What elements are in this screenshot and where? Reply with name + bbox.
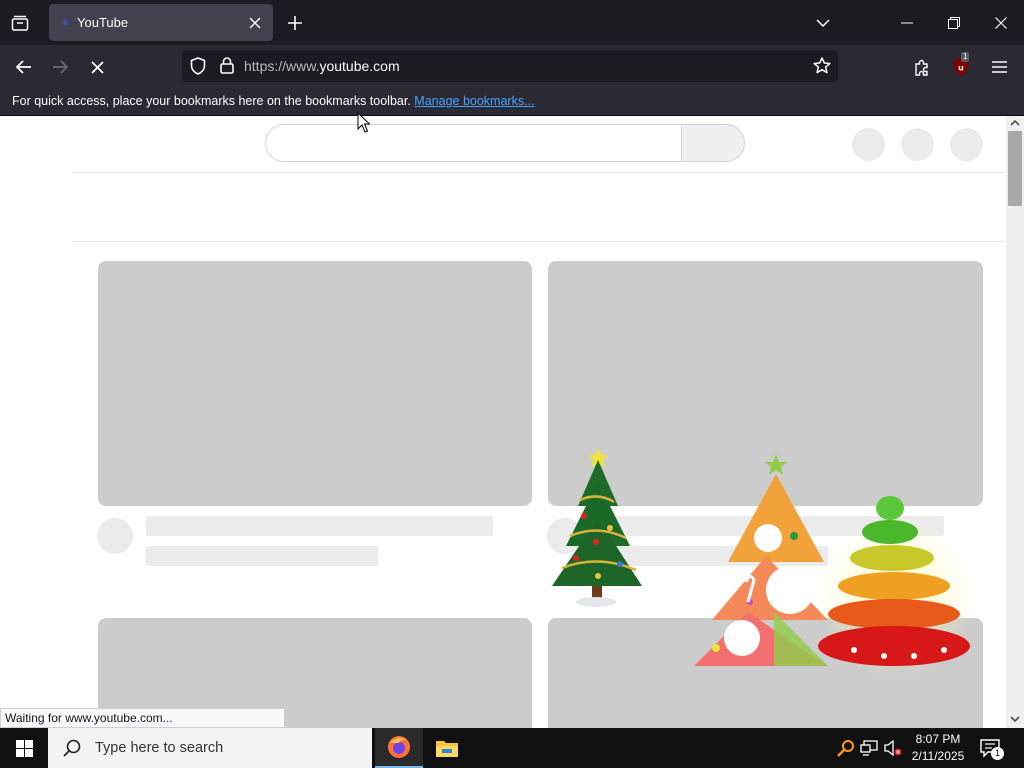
page-scrollbar[interactable] bbox=[1006, 116, 1024, 728]
header-icon-placeholder[interactable] bbox=[901, 128, 934, 161]
loading-favicon-icon bbox=[62, 19, 68, 25]
bookmarks-message: For quick access, place your bookmarks h… bbox=[12, 94, 535, 108]
list-all-tabs-button[interactable] bbox=[800, 0, 846, 45]
lock-icon[interactable] bbox=[220, 57, 234, 74]
mouse-cursor-icon bbox=[357, 112, 370, 133]
tab-list-icon bbox=[11, 15, 29, 31]
tab-list-button[interactable] bbox=[0, 0, 40, 45]
address-bar[interactable]: https://www.youtube.com bbox=[182, 50, 838, 82]
new-tab-button[interactable] bbox=[283, 11, 307, 35]
close-window-button[interactable] bbox=[978, 0, 1024, 45]
minimize-icon bbox=[901, 22, 913, 23]
scroll-up-icon bbox=[1010, 119, 1020, 126]
minimize-button[interactable] bbox=[884, 0, 930, 45]
bookmarks-hint-text: For quick access, place your bookmarks h… bbox=[12, 94, 411, 108]
scroll-down-icon bbox=[1010, 716, 1020, 723]
url-host: youtube.com bbox=[319, 58, 400, 74]
navigation-toolbar: https://www.youtube.com u 1 bbox=[0, 45, 1024, 87]
chevron-down-icon bbox=[816, 18, 830, 27]
search-icon bbox=[63, 739, 81, 757]
restore-button[interactable] bbox=[931, 0, 977, 45]
windows-logo-icon bbox=[15, 739, 33, 757]
notification-count-badge: 1 bbox=[991, 747, 1004, 760]
christmas-tree-decoration bbox=[548, 446, 644, 610]
taskbar-clock[interactable]: 8:07 PM 2/11/2025 bbox=[903, 731, 973, 765]
forward-button[interactable] bbox=[46, 53, 74, 81]
taskbar-search-box[interactable]: Type here to search bbox=[48, 728, 372, 768]
search-input-placeholder[interactable] bbox=[265, 124, 681, 162]
taskbar-search-placeholder: Type here to search bbox=[95, 740, 224, 756]
search-button-placeholder[interactable] bbox=[681, 124, 745, 162]
notifications-button[interactable]: 1 bbox=[980, 738, 1004, 760]
status-bar: Waiting for www.youtube.com... bbox=[0, 708, 285, 728]
url-prefix: https://www. bbox=[244, 58, 320, 74]
scrollbar-thumb[interactable] bbox=[1008, 131, 1022, 206]
app-menu-button[interactable] bbox=[985, 53, 1013, 81]
start-button[interactable] bbox=[0, 728, 48, 768]
tab-youtube[interactable]: YouTube bbox=[49, 4, 273, 41]
close-icon bbox=[995, 16, 1007, 29]
puzzle-icon bbox=[914, 59, 928, 76]
folder-icon bbox=[436, 741, 458, 757]
back-button[interactable] bbox=[10, 53, 38, 81]
url-text: https://www.youtube.com bbox=[244, 58, 400, 74]
ublock-extension-button[interactable]: u 1 bbox=[947, 52, 975, 81]
shield-icon[interactable] bbox=[190, 57, 206, 75]
clock-date: 2/11/2025 bbox=[911, 749, 965, 763]
close-icon bbox=[90, 60, 104, 74]
search-tray-icon[interactable] bbox=[837, 739, 855, 757]
meta-line-placeholder bbox=[146, 546, 378, 566]
arrow-left-icon bbox=[16, 60, 31, 74]
extension-badge: 1 bbox=[961, 52, 970, 62]
taskbar-file-explorer[interactable] bbox=[423, 728, 471, 768]
extensions-button[interactable] bbox=[908, 53, 936, 81]
bookmarks-toolbar: For quick access, place your bookmarks h… bbox=[0, 87, 1024, 116]
title-line-placeholder bbox=[146, 516, 493, 536]
divider bbox=[72, 241, 1006, 242]
christmas-spiral-tree-decoration bbox=[814, 488, 976, 678]
tab-title: YouTube bbox=[77, 15, 129, 30]
volume-muted-icon[interactable] bbox=[884, 740, 902, 756]
avatar-placeholder[interactable] bbox=[950, 128, 983, 161]
taskbar-firefox[interactable] bbox=[375, 728, 423, 768]
divider bbox=[72, 172, 1006, 173]
windows-taskbar: Type here to search 8:07 PM 2/11/2025 1 bbox=[0, 728, 1024, 768]
close-icon bbox=[249, 17, 261, 29]
network-icon[interactable] bbox=[860, 740, 878, 756]
tab-close-button[interactable] bbox=[244, 12, 266, 34]
restore-icon bbox=[948, 16, 960, 29]
star-icon[interactable] bbox=[813, 57, 831, 74]
svg-text:u: u bbox=[958, 64, 964, 73]
plus-icon bbox=[288, 16, 302, 30]
video-thumbnail-placeholder[interactable] bbox=[98, 261, 532, 506]
manage-bookmarks-link[interactable]: Manage bookmarks... bbox=[414, 94, 534, 108]
tab-bar: YouTube bbox=[0, 0, 1024, 45]
channel-avatar-placeholder bbox=[97, 518, 133, 554]
stop-loading-button[interactable] bbox=[83, 53, 111, 81]
hamburger-icon bbox=[991, 61, 1007, 73]
clock-time: 8:07 PM bbox=[915, 732, 961, 746]
firefox-icon bbox=[388, 736, 410, 758]
arrow-right-icon bbox=[53, 60, 68, 74]
header-icon-placeholder[interactable] bbox=[852, 128, 885, 161]
